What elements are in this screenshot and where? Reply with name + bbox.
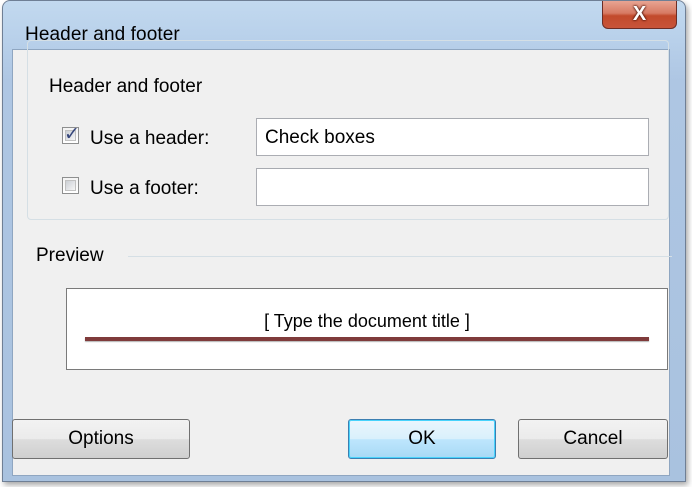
checkmark-icon: ✓: [64, 124, 80, 145]
preview-label: Preview: [36, 245, 104, 266]
preview-document-title: [ Type the document title ]: [264, 311, 470, 331]
title-bar: Header and footer X: [3, 1, 685, 45]
close-button[interactable]: X: [602, 1, 677, 29]
use-header-label[interactable]: Use a header:: [90, 128, 209, 150]
close-icon: X: [632, 3, 647, 25]
groupbox-legend: Header and footer: [48, 76, 207, 98]
use-header-checkbox[interactable]: ✓: [62, 124, 80, 145]
preview-header-rule: [85, 337, 649, 341]
header-text-input[interactable]: Check boxes: [256, 118, 649, 156]
footer-text-input[interactable]: [256, 168, 649, 206]
use-footer-checkbox[interactable]: [62, 177, 79, 194]
checkbox-inner: [65, 180, 76, 191]
preview-pane: [ Type the document title ]: [66, 288, 668, 370]
ok-button[interactable]: OK: [348, 419, 496, 459]
use-footer-label[interactable]: Use a footer:: [90, 178, 199, 200]
options-button[interactable]: Options: [12, 419, 190, 459]
cancel-button[interactable]: Cancel: [518, 419, 668, 459]
preview-separator: [128, 256, 672, 257]
